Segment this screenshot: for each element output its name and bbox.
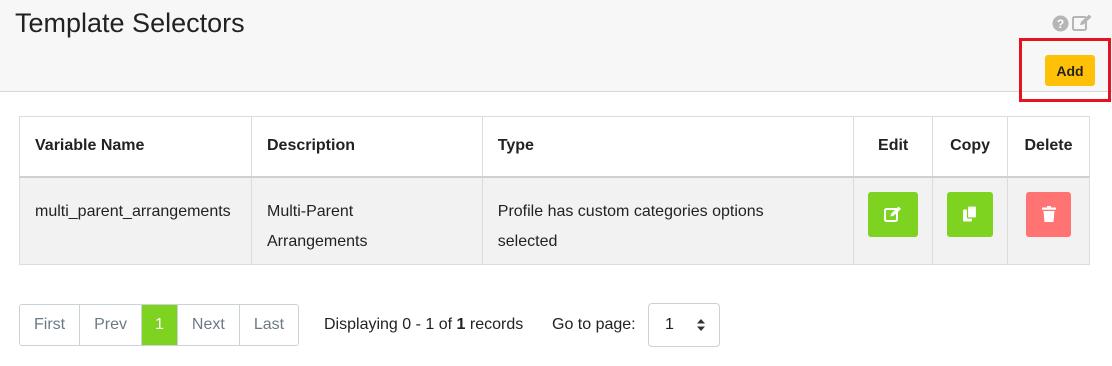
delete-row-button[interactable] [1026,191,1072,237]
template-selectors-table: Variable Name Description Type Edit Copy… [19,116,1090,265]
pagination-first[interactable]: First [20,305,81,345]
page-header: Template Selectors ? [0,0,1112,92]
add-button[interactable]: Add [1045,55,1095,86]
column-header-type: Type [481,116,855,177]
edit-icon[interactable] [1072,14,1092,32]
records-suffix: records [469,316,524,333]
edit-cell [853,176,934,265]
column-header-edit: Edit [853,116,934,177]
copy-icon [963,205,978,222]
type-cell: Profile has custom categories options se… [481,176,855,265]
page-select-value: 1 [665,316,674,333]
pagination-current-page[interactable]: 1 [142,305,178,345]
edit-icon [884,206,902,222]
description-line-1: Multi-Parent [266,202,354,220]
type-line-1: Profile has custom categories options [497,202,764,220]
svg-text:?: ? [1057,17,1064,31]
type-line-2: selected [497,232,558,250]
column-header-delete: Delete [1007,116,1090,177]
sort-arrows-icon [697,319,705,331]
records-summary: Displaying 0 - 1 of 1 records [324,316,523,334]
description-cell: Multi-Parent Arrangements [250,176,483,265]
description-line-2: Arrangements [266,232,368,250]
copy-cell [932,176,1009,265]
header-icons: ? [1052,14,1092,32]
page-select[interactable]: 1 [648,303,720,347]
variable-name-cell: multi_parent_arrangements [19,176,252,265]
trash-icon [1041,206,1056,222]
delete-cell [1007,176,1090,265]
page-title: Template Selectors [15,8,245,38]
pagination-last[interactable]: Last [239,305,299,345]
pagination-next[interactable]: Next [177,305,240,345]
pagination: First Prev 1 Next Last [19,304,300,346]
help-icon[interactable]: ? [1052,15,1069,32]
column-header-description: Description [250,116,483,177]
table-row: multi_parent_arrangements Multi-Parent A… [19,176,1090,265]
go-to-page-label: Go to page: [552,316,636,333]
pagination-prev[interactable]: Prev [80,305,143,345]
records-prefix: Displaying 0 - 1 of [324,316,453,333]
column-header-variable-name: Variable Name [19,116,252,177]
records-count: 1 [456,316,466,333]
edit-row-button[interactable] [868,191,919,237]
column-header-copy: Copy [932,116,1009,177]
table-header-row: Variable Name Description Type Edit Copy… [19,116,1090,177]
copy-row-button[interactable] [947,191,994,237]
variable-name-text: multi_parent_arrangements [35,202,231,220]
